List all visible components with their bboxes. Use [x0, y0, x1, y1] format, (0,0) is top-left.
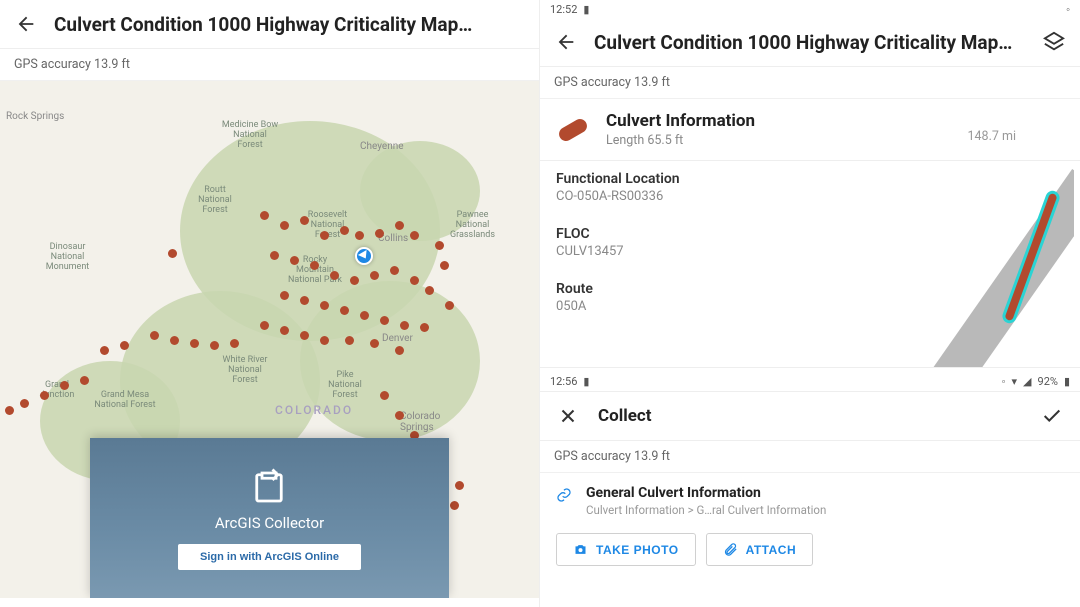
attach-button[interactable]: ATTACH	[706, 533, 814, 566]
link-icon	[556, 487, 572, 507]
location-status-icon: ◦	[1066, 3, 1070, 16]
signal-icon: ◢	[1023, 375, 1031, 388]
label-white-river: White River National Forest	[215, 356, 275, 386]
back-button[interactable]	[552, 28, 580, 56]
paperclip-icon	[723, 542, 738, 557]
back-button[interactable]	[12, 10, 40, 38]
product-name: ArcGIS Collector	[215, 514, 324, 532]
signin-button[interactable]: Sign in with ArcGIS Online	[178, 544, 361, 570]
app-header-right: Culvert Condition 1000 Highway Criticali…	[540, 18, 1080, 67]
attr-value: CO-050A-RS00336	[556, 189, 848, 204]
feature-header[interactable]: Culvert Information Length 65.5 ft 148.7…	[540, 99, 1080, 161]
close-button[interactable]	[554, 402, 582, 430]
page-title: Culvert Condition 1000 Highway Criticali…	[54, 13, 527, 36]
collect-feature-title: General Culvert Information	[586, 485, 826, 501]
city-rock-springs: Rock Springs	[6, 111, 64, 122]
location-status-icon: ◦	[1002, 375, 1006, 388]
app-header-left: Culvert Condition 1000 Highway Criticali…	[0, 0, 539, 49]
gps-accuracy: GPS accuracy 13.9 ft	[540, 441, 1080, 473]
attr-label: FLOC	[556, 226, 848, 242]
attr-floc: FLOC CULV13457	[540, 216, 864, 271]
label-pike: Pike National Forest	[320, 371, 370, 401]
city-denver: Denver	[382, 333, 413, 344]
action-row: TAKE PHOTO ATTACH	[540, 529, 1080, 574]
layers-button[interactable]	[1040, 28, 1068, 56]
gps-accuracy: GPS accuracy 13.9 ft	[0, 49, 539, 81]
map-canvas[interactable]: Rock Springs Cheyenne Denver Colorado Sp…	[0, 81, 539, 598]
login-overlay: ArcGIS Collector Sign in with ArcGIS Onl…	[90, 438, 449, 598]
label-grand-junction: Grand Junction	[32, 381, 82, 401]
collect-feature-row[interactable]: General Culvert Information Culvert Info…	[540, 473, 1080, 529]
collect-title: Collect	[598, 406, 652, 426]
status-time: 12:56	[550, 375, 577, 388]
label-medicine-bow: Medicine Bow National Forest	[220, 121, 280, 151]
battery-text: 92%	[1038, 375, 1058, 388]
facebook-icon: ▮	[583, 3, 589, 16]
attr-value: CULV13457	[556, 244, 848, 259]
current-location-marker[interactable]	[355, 247, 373, 265]
status-bar-bottom: 12:56 ▮ ◦ ▾ ◢ 92% ▮	[540, 367, 1080, 391]
city-cheyenne: Cheyenne	[360, 141, 404, 152]
page-title: Culvert Condition 1000 Highway Criticali…	[594, 31, 1026, 54]
check-icon	[1041, 405, 1063, 427]
arrow-left-icon	[555, 31, 577, 53]
label-dinosaur: Dinosaur National Monument	[40, 243, 95, 273]
feature-title: Culvert Information	[606, 111, 755, 131]
button-label: TAKE PHOTO	[596, 543, 679, 557]
map-screen: Culvert Condition 1000 Highway Criticali…	[0, 0, 540, 607]
status-time: 12:52	[550, 3, 577, 16]
facebook-icon: ▮	[583, 375, 589, 388]
close-icon	[557, 405, 579, 427]
take-photo-button[interactable]: TAKE PHOTO	[556, 533, 696, 566]
arrow-left-icon	[15, 13, 37, 35]
state-label: COLORADO	[275, 403, 353, 417]
feature-mini-map[interactable]	[864, 167, 1074, 367]
clipboard-icon	[248, 466, 290, 508]
detail-screen: 12:52 ▮ ◦ Culvert Condition 1000 Highway…	[540, 0, 1080, 607]
label-grand-mesa: Grand Mesa National Forest	[90, 391, 160, 411]
camera-icon	[573, 542, 588, 557]
attr-label: Functional Location	[556, 171, 848, 187]
layers-icon	[1043, 31, 1065, 53]
button-label: ATTACH	[746, 543, 797, 557]
attr-value: 050A	[556, 299, 848, 314]
attr-label: Route	[556, 281, 848, 297]
wifi-icon: ▾	[1012, 375, 1018, 388]
status-bar-top: 12:52 ▮ ◦	[540, 0, 1080, 18]
battery-icon: ▮	[1064, 375, 1070, 388]
collect-header: Collect	[540, 391, 1080, 441]
culvert-symbol-icon	[557, 116, 590, 143]
confirm-button[interactable]	[1038, 402, 1066, 430]
city-colorado-springs: Colorado Springs	[400, 411, 460, 433]
label-pawnee: Pawnee National Grasslands	[445, 211, 500, 241]
gps-accuracy: GPS accuracy 13.9 ft	[540, 67, 1080, 99]
label-routt: Routt National Forest	[190, 186, 240, 216]
attr-route: Route 050A	[540, 271, 864, 326]
attribute-list: Functional Location CO-050A-RS00336 FLOC…	[540, 161, 864, 367]
attr-functional-location: Functional Location CO-050A-RS00336	[540, 161, 864, 216]
collect-feature-path: Culvert Information > G…ral Culvert Info…	[586, 503, 826, 517]
feature-subtitle: Length 65.5 ft	[606, 133, 755, 148]
feature-distance: 148.7 mi	[968, 129, 1067, 148]
collector-logo: ArcGIS Collector	[215, 466, 324, 532]
